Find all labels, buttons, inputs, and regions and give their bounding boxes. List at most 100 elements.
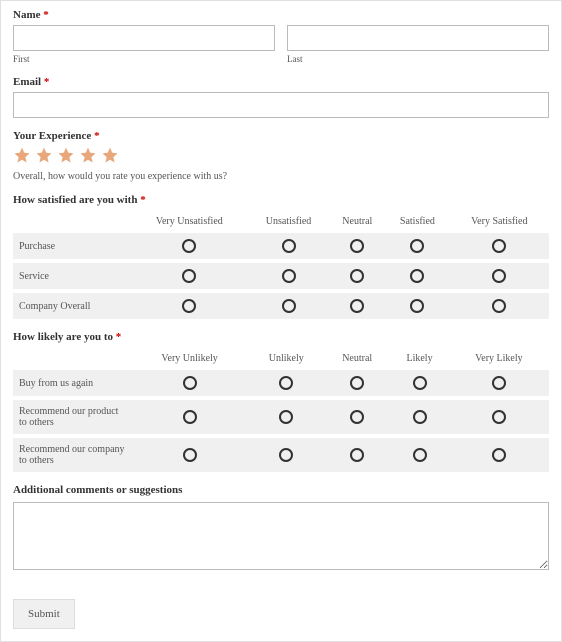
radio-option[interactable] — [350, 448, 364, 462]
radio-option[interactable] — [350, 410, 364, 424]
radio-cell — [385, 261, 449, 291]
radio-option[interactable] — [492, 448, 506, 462]
radio-option[interactable] — [413, 448, 427, 462]
radio-cell — [248, 233, 330, 261]
table-row: Service — [13, 261, 549, 291]
radio-option[interactable] — [183, 410, 197, 424]
radio-option[interactable] — [279, 448, 293, 462]
email-label: Email * — [13, 76, 549, 88]
likert-header: Satisfied — [385, 212, 449, 233]
radio-cell — [324, 370, 390, 398]
star-icon[interactable] — [35, 146, 53, 167]
table-row: Recommend our company to others — [13, 436, 549, 472]
radio-cell — [248, 398, 324, 436]
likelihood-label-text: How likely are you to — [13, 331, 113, 343]
likelihood-label: How likely are you to * — [13, 331, 549, 343]
radio-option[interactable] — [410, 239, 424, 253]
experience-field-group: Your Experience * Overall, how would you… — [13, 130, 549, 182]
radio-cell — [248, 291, 330, 319]
radio-option[interactable] — [183, 376, 197, 390]
first-name-col: First — [13, 25, 275, 64]
likert-header: Unlikely — [248, 349, 324, 370]
last-name-input[interactable] — [287, 25, 549, 51]
radio-cell — [390, 436, 449, 472]
radio-option[interactable] — [492, 376, 506, 390]
radio-option[interactable] — [413, 410, 427, 424]
radio-option[interactable] — [350, 269, 364, 283]
radio-cell — [248, 436, 324, 472]
radio-cell — [131, 233, 248, 261]
star-icon[interactable] — [13, 146, 31, 167]
star-icon[interactable] — [79, 146, 97, 167]
radio-option[interactable] — [350, 376, 364, 390]
row-label: Company Overall — [13, 291, 131, 319]
likert-header: Neutral — [329, 212, 385, 233]
radio-option[interactable] — [282, 299, 296, 313]
likelihood-table: Very UnlikelyUnlikelyNeutralLikelyVery L… — [13, 349, 549, 472]
radio-option[interactable] — [350, 239, 364, 253]
row-label: Service — [13, 261, 131, 291]
radio-cell — [449, 370, 549, 398]
radio-cell — [329, 291, 385, 319]
likert-header: Very Unsatisfied — [131, 212, 248, 233]
radio-cell — [329, 233, 385, 261]
radio-option[interactable] — [183, 448, 197, 462]
radio-option[interactable] — [282, 239, 296, 253]
radio-option[interactable] — [182, 299, 196, 313]
likert-header: Unsatisfied — [248, 212, 330, 233]
radio-cell — [385, 233, 449, 261]
radio-cell — [324, 398, 390, 436]
radio-option[interactable] — [413, 376, 427, 390]
radio-option[interactable] — [410, 269, 424, 283]
satisfaction-group: How satisfied are you with * Very Unsati… — [13, 194, 549, 319]
radio-option[interactable] — [492, 299, 506, 313]
email-field-group: Email * — [13, 76, 549, 118]
star-icon[interactable] — [101, 146, 119, 167]
required-asterisk: * — [44, 76, 50, 88]
name-label-text: Name — [13, 9, 41, 21]
radio-option[interactable] — [492, 239, 506, 253]
satisfaction-header-row: Very UnsatisfiedUnsatisfiedNeutralSatisf… — [13, 212, 549, 233]
likert-header — [13, 349, 131, 370]
submit-button[interactable]: Submit — [13, 599, 75, 629]
radio-cell — [248, 261, 330, 291]
radio-option[interactable] — [182, 239, 196, 253]
radio-option[interactable] — [492, 410, 506, 424]
star-icon[interactable] — [57, 146, 75, 167]
radio-option[interactable] — [282, 269, 296, 283]
radio-cell — [248, 370, 324, 398]
likert-header — [13, 212, 131, 233]
comments-group: Additional comments or suggestions — [13, 484, 549, 573]
radio-option[interactable] — [350, 299, 364, 313]
name-row: First Last — [13, 25, 549, 64]
required-asterisk: * — [94, 130, 100, 142]
likert-header: Very Satisfied — [450, 212, 549, 233]
table-row: Company Overall — [13, 291, 549, 319]
radio-cell — [449, 398, 549, 436]
row-label: Buy from us again — [13, 370, 131, 398]
radio-cell — [450, 261, 549, 291]
last-name-col: Last — [287, 25, 549, 64]
radio-cell — [131, 291, 248, 319]
row-label: Purchase — [13, 233, 131, 261]
email-input[interactable] — [13, 92, 549, 118]
radio-option[interactable] — [492, 269, 506, 283]
radio-cell — [390, 370, 449, 398]
likert-header: Likely — [390, 349, 449, 370]
row-label: Recommend our company to others — [13, 436, 131, 472]
star-rating — [13, 146, 549, 167]
radio-cell — [450, 233, 549, 261]
required-asterisk: * — [116, 331, 122, 343]
radio-option[interactable] — [279, 376, 293, 390]
radio-option[interactable] — [279, 410, 293, 424]
table-row: Recommend our product to others — [13, 398, 549, 436]
comments-textarea[interactable] — [13, 502, 549, 570]
form-container: Name * First Last Email * Your Experienc… — [0, 0, 562, 642]
radio-option[interactable] — [410, 299, 424, 313]
likelihood-group: How likely are you to * Very UnlikelyUnl… — [13, 331, 549, 472]
radio-cell — [450, 291, 549, 319]
radio-cell — [329, 261, 385, 291]
radio-option[interactable] — [182, 269, 196, 283]
table-row: Purchase — [13, 233, 549, 261]
first-name-input[interactable] — [13, 25, 275, 51]
